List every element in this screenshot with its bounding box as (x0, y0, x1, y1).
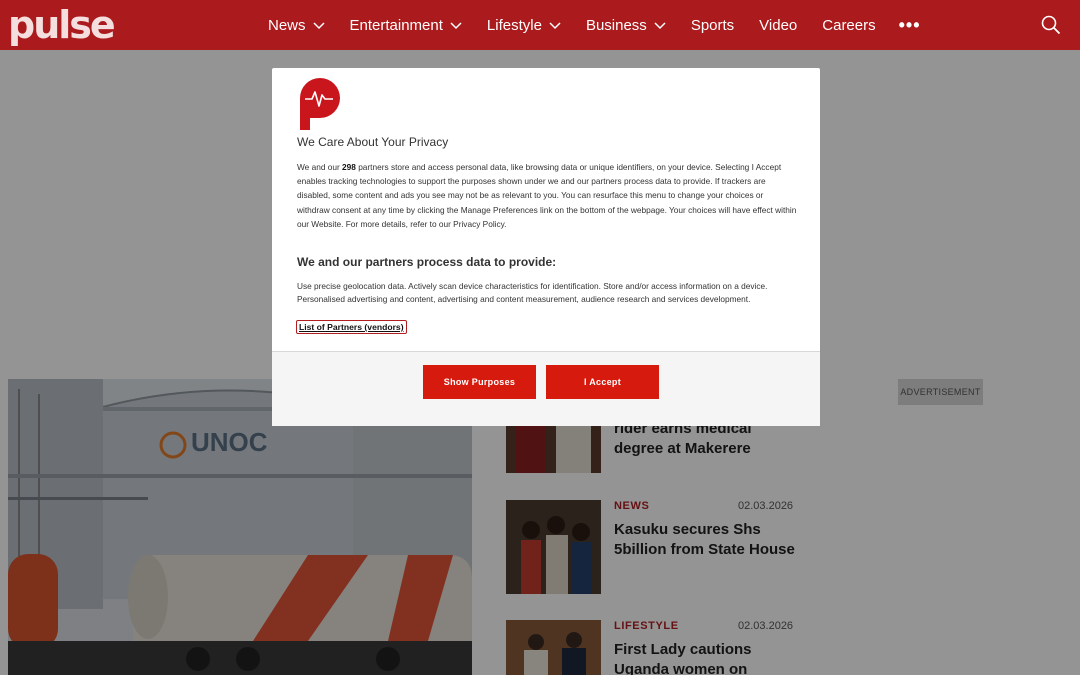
main-nav: News Entertainment Lifestyle Business Sp… (268, 0, 921, 50)
chevron-down-icon (654, 22, 666, 30)
chevron-down-icon (549, 22, 561, 30)
nav-item-careers[interactable]: Careers (822, 17, 875, 34)
nav-item-entertainment[interactable]: Entertainment (350, 17, 462, 34)
partners-list-link[interactable]: List of Partners (vendors) (296, 320, 407, 334)
pulse-logo[interactable]: pulse (8, 3, 116, 47)
site-header: pulse News Entertainment Lifestyle Busin… (0, 0, 1080, 50)
nav-item-label: Sports (690, 16, 735, 34)
nav-item-news[interactable]: News (268, 17, 325, 34)
pulse-p-logo-icon (300, 78, 340, 130)
privacy-description: We and our 298 partners store and access… (297, 160, 797, 231)
show-purposes-button[interactable]: Show Purposes (423, 365, 536, 399)
nav-item-label: Business (585, 16, 647, 34)
accept-button[interactable]: I Accept (546, 365, 659, 399)
nav-item-video[interactable]: Video (759, 17, 797, 34)
nav-item-label: Lifestyle (486, 16, 542, 34)
purposes-heading: We and our partners process data to prov… (297, 255, 557, 269)
nav-item-sports[interactable]: Sports (691, 17, 734, 34)
privacy-text-start: We and our (297, 162, 343, 172)
nav-item-label: News (268, 16, 306, 34)
nav-item-label: Entertainment (349, 16, 443, 34)
search-icon[interactable] (1041, 15, 1061, 35)
partner-count: 298 (342, 162, 356, 172)
privacy-consent-dialog: We Care About Your Privacy We and our 29… (272, 68, 820, 426)
nav-item-label: Careers (822, 16, 876, 34)
privacy-title: We Care About Your Privacy (297, 135, 449, 149)
dialog-footer: Show Purposes I Accept (272, 352, 820, 426)
more-menu-icon[interactable]: ••• (899, 15, 921, 36)
chevron-down-icon (450, 22, 462, 30)
nav-item-lifestyle[interactable]: Lifestyle (487, 17, 561, 34)
nav-item-business[interactable]: Business (586, 17, 666, 34)
chevron-down-icon (312, 22, 325, 30)
nav-item-label: Video (759, 16, 798, 34)
logo-text: pulse (8, 3, 116, 47)
purposes-description: Use precise geolocation data. Actively s… (297, 281, 768, 304)
privacy-text-rest: partners store and access personal data,… (297, 162, 797, 229)
